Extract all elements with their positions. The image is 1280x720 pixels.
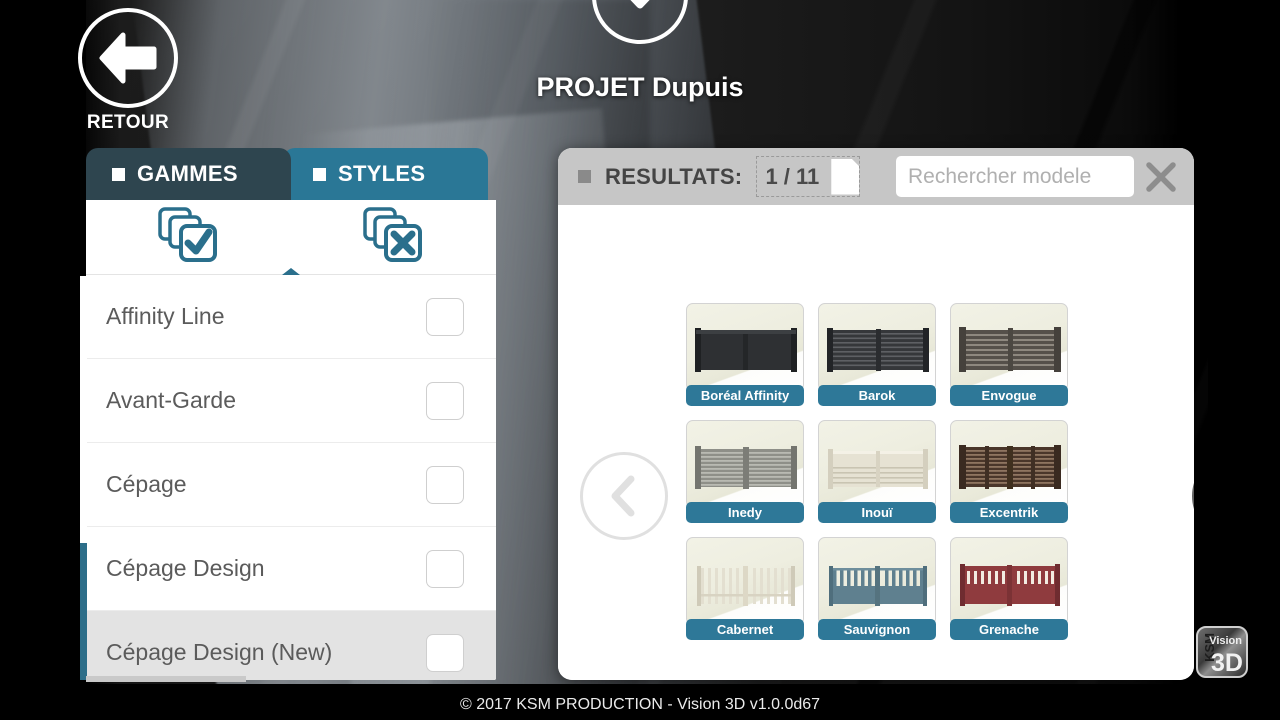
letterbox-left: [0, 0, 86, 720]
model-tile-label: Cabernet: [686, 619, 804, 640]
model-grid: Boréal Affinity Barok Envogue Inedy Inou…: [686, 303, 1074, 640]
model-tile-label: Sauvignon: [818, 619, 936, 640]
list-item-label: Cépage Design: [106, 555, 265, 581]
bulk-action-row: [86, 200, 496, 275]
model-thumbnail: [686, 303, 804, 389]
filter-tabs: GAMMES STYLES: [86, 148, 496, 200]
model-tile[interactable]: Grenache: [950, 537, 1068, 640]
deselect-all-icon[interactable]: [361, 205, 427, 270]
tab-gammes-label: GAMMES: [137, 161, 238, 186]
list-item-checkbox[interactable]: [426, 381, 464, 420]
model-tile[interactable]: Excentrik: [950, 420, 1068, 523]
page-title: PROJET Dupuis: [536, 72, 744, 102]
list-item[interactable]: Cépage: [86, 443, 496, 527]
select-all-icon[interactable]: [156, 205, 222, 270]
model-tile-label: Excentrik: [950, 502, 1068, 523]
filter-list-scrollbar-thumb[interactable]: [80, 543, 87, 680]
model-tile-label: Envogue: [950, 385, 1068, 406]
results-title: RESULTATS:: [605, 163, 743, 189]
page-icon: [831, 158, 860, 195]
model-tile[interactable]: Sauvignon: [818, 537, 936, 640]
letterbox-right: [1208, 0, 1280, 720]
back-button[interactable]: RETOUR: [78, 8, 178, 134]
scroll-up-indicator-icon: [282, 268, 300, 275]
chevron-down-icon: [630, 0, 650, 9]
vision3d-logo: KSM Vision 3D: [1196, 626, 1248, 678]
filter-panel-body: Affinity Line Avant-Garde Cépage Cépage …: [86, 200, 496, 680]
model-thumbnail: [686, 537, 804, 623]
results-body: Boréal Affinity Barok Envogue Inedy Inou…: [558, 205, 1194, 680]
square-bullet-icon: [313, 167, 326, 181]
model-thumbnail: [950, 420, 1068, 506]
filter-list-scrollbar[interactable]: [80, 276, 87, 680]
list-item-checkbox[interactable]: [426, 549, 464, 588]
model-tile[interactable]: Envogue: [950, 303, 1068, 406]
square-bullet-icon: [112, 167, 125, 181]
list-item[interactable]: Cépage Design (New): [86, 611, 496, 680]
logo-vision-text: Vision: [1209, 635, 1242, 647]
back-button-label: RETOUR: [86, 112, 170, 133]
list-item[interactable]: Avant-Garde: [86, 359, 496, 443]
next-page-button[interactable]: [1192, 452, 1194, 540]
model-tile-label: Inouï: [818, 502, 936, 523]
model-tile[interactable]: Barok: [818, 303, 936, 406]
list-item-checkbox[interactable]: [426, 465, 464, 504]
list-item-label: Cépage: [106, 471, 187, 497]
model-thumbnail: [818, 420, 936, 506]
copyright-footer: © 2017 KSM PRODUCTION - Vision 3D v1.0.0…: [459, 696, 821, 713]
model-thumbnail: [818, 303, 936, 389]
model-tile-label: Barok: [818, 385, 936, 406]
filter-panel-bottom-edge: [86, 676, 246, 682]
tab-styles-label: STYLES: [338, 161, 426, 186]
results-header: RESULTATS: 1 / 11: [558, 148, 1194, 205]
list-item-checkbox[interactable]: [426, 297, 464, 336]
tab-gammes[interactable]: GAMMES: [86, 148, 291, 200]
model-thumbnail: [950, 537, 1068, 623]
results-page-indicator[interactable]: 1 / 11: [756, 156, 861, 197]
model-tile[interactable]: Inedy: [686, 420, 804, 523]
logo-3d-text: 3D: [1211, 649, 1243, 677]
chevron-left-icon: [611, 475, 635, 517]
previous-page-button[interactable]: [580, 452, 668, 540]
list-item-label: Affinity Line: [106, 303, 225, 329]
list-item-checkbox[interactable]: [426, 633, 464, 672]
model-thumbnail: [950, 303, 1068, 389]
model-thumbnail: [686, 420, 804, 506]
results-count: 1 / 11: [765, 163, 820, 189]
app-screen: RETOUR PROJET Dupuis GAMMES STYLES Affin…: [0, 0, 1280, 720]
model-tile-label: Boréal Affinity: [686, 385, 804, 406]
filter-panel: GAMMES STYLES Affinity Line Avant-Garde …: [86, 148, 496, 680]
search-input[interactable]: [896, 156, 1134, 197]
list-item-label: Avant-Garde: [106, 387, 236, 413]
model-thumbnail: [818, 537, 936, 623]
model-tile[interactable]: Boréal Affinity: [686, 303, 804, 406]
close-icon[interactable]: [1144, 160, 1178, 194]
list-item-label: Cépage Design (New): [106, 639, 333, 665]
results-panel: RESULTATS: 1 / 11 Rechercher modele Boré…: [558, 148, 1194, 680]
results-search: [896, 156, 1178, 197]
list-item[interactable]: Affinity Line: [86, 275, 496, 359]
model-tile[interactable]: Cabernet: [686, 537, 804, 640]
gamme-list: Affinity Line Avant-Garde Cépage Cépage …: [86, 275, 496, 680]
square-bullet-icon: [578, 170, 591, 183]
model-tile[interactable]: Inouï: [818, 420, 936, 523]
model-tile-label: Grenache: [950, 619, 1068, 640]
tab-styles[interactable]: STYLES: [283, 148, 488, 200]
model-tile-label: Inedy: [686, 502, 804, 523]
list-item[interactable]: Cépage Design: [86, 527, 496, 611]
